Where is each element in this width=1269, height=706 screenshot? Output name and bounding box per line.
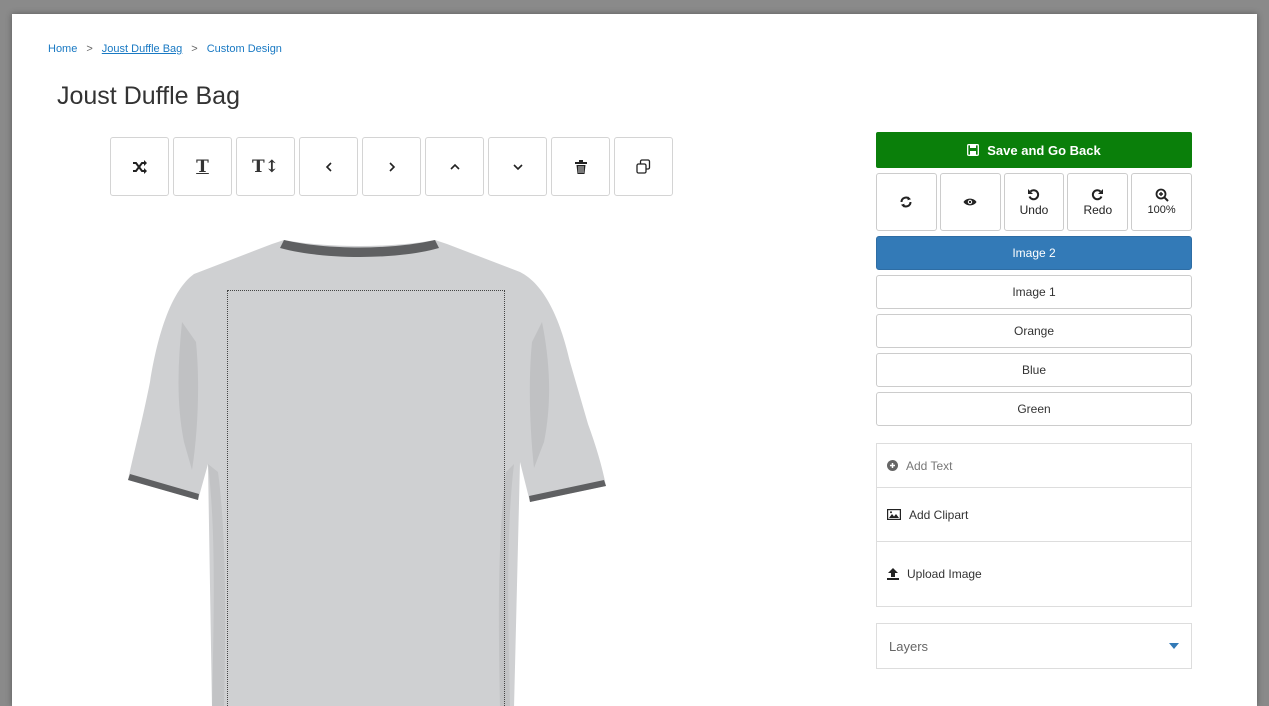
breadcrumb-home[interactable]: Home [48, 43, 77, 55]
design-canvas[interactable] [112, 232, 632, 706]
zoom-level: 100% [1147, 204, 1176, 216]
option-image-1[interactable]: Image 1 [876, 275, 1192, 309]
plus-circle-icon [887, 460, 898, 471]
layers-dropdown[interactable]: Layers [876, 623, 1192, 669]
option-orange[interactable]: Orange [876, 314, 1192, 348]
option-image-2[interactable]: Image 2 [876, 236, 1192, 270]
add-clipart-label: Add Clipart [909, 507, 969, 522]
trash-icon [574, 159, 587, 174]
page-title: Joust Duffle Bag [57, 82, 240, 110]
undo-button[interactable]: Undo [1003, 173, 1065, 231]
refresh-icon [900, 196, 912, 208]
chevron-right-icon [388, 161, 395, 172]
chevron-up-icon [449, 163, 460, 170]
chevron-down-icon [512, 163, 523, 170]
undo-icon [1028, 188, 1040, 200]
breadcrumb-separator: > [86, 43, 93, 55]
option-green[interactable]: Green [876, 392, 1192, 426]
design-toolbar: T T↕ [110, 137, 673, 196]
zoom-button[interactable]: 100% [1131, 173, 1192, 231]
add-content-actions: Add Text Add Clipart Upload Image [876, 443, 1192, 607]
save-button-label: Save and Go Back [987, 142, 1101, 158]
text-size-button[interactable]: T↕ [236, 137, 295, 196]
save-and-go-back-button[interactable]: Save and Go Back [876, 132, 1192, 168]
upload-image-label: Upload Image [907, 567, 982, 581]
chevron-left-icon [325, 161, 332, 172]
shuffle-button[interactable] [110, 137, 169, 196]
breadcrumb-current: Custom Design [206, 43, 282, 55]
zoom-in-icon [1155, 188, 1169, 202]
move-right-button[interactable] [362, 137, 421, 196]
move-left-button[interactable] [299, 137, 358, 196]
upload-icon [887, 568, 899, 580]
reset-button[interactable] [876, 173, 937, 231]
printable-area-outline [227, 290, 505, 706]
image-icon [887, 509, 901, 520]
copy-icon [636, 159, 651, 174]
add-text-tool-button[interactable]: T [173, 137, 232, 196]
preview-button[interactable] [939, 173, 1001, 231]
breadcrumb: Home > Joust Duffle Bag > Custom Design [48, 43, 282, 55]
text-size-icon: T↕ [252, 156, 279, 177]
eye-icon [963, 198, 977, 206]
add-text-button[interactable]: Add Text [877, 444, 1191, 488]
move-down-button[interactable] [488, 137, 547, 196]
canvas-controls: Undo Redo 100% [876, 173, 1192, 231]
undo-label: Undo [1019, 202, 1049, 217]
breadcrumb-product[interactable]: Joust Duffle Bag [102, 43, 183, 55]
redo-label: Redo [1083, 202, 1113, 217]
page: Home > Joust Duffle Bag > Custom Design … [12, 14, 1257, 706]
move-up-button[interactable] [425, 137, 484, 196]
layers-label: Layers [889, 638, 929, 654]
delete-button[interactable] [551, 137, 610, 196]
design-panel: Save and Go Back Undo Redo 100% Image 2 … [876, 132, 1192, 669]
duplicate-button[interactable] [614, 137, 673, 196]
redo-icon [1092, 188, 1104, 200]
shuffle-icon [132, 159, 147, 174]
upload-image-button[interactable]: Upload Image [877, 542, 1191, 606]
caret-down-icon [1169, 643, 1179, 649]
floppy-disk-icon [967, 144, 980, 156]
breadcrumb-separator: > [191, 43, 198, 55]
add-text-label: Add Text [906, 458, 953, 473]
redo-button[interactable]: Redo [1067, 173, 1129, 231]
image-option-list: Image 2 Image 1 Orange Blue Green [876, 236, 1192, 426]
text-icon: T [196, 156, 209, 177]
add-clipart-button[interactable]: Add Clipart [877, 488, 1191, 542]
option-blue[interactable]: Blue [876, 353, 1192, 387]
